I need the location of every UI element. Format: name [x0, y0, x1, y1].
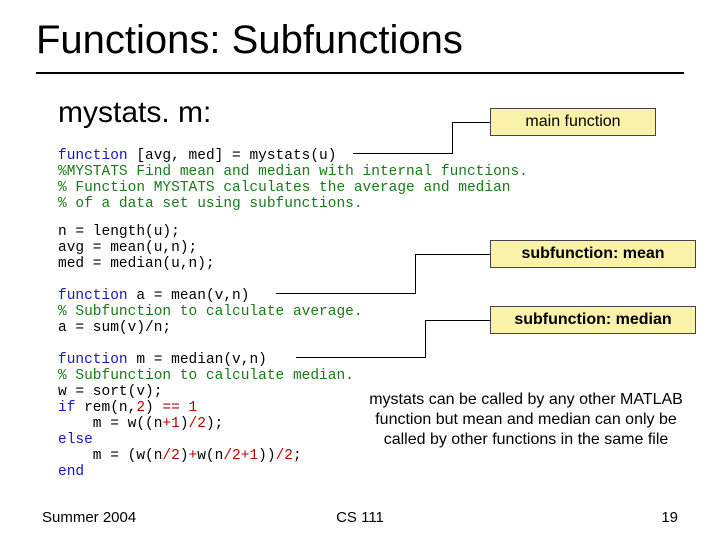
- connector: [415, 254, 416, 294]
- comment: %MYSTATS Find mean and median with inter…: [58, 164, 528, 180]
- title-rule: [36, 72, 684, 74]
- code-text: ): [145, 400, 162, 416]
- connector: [415, 254, 490, 255]
- code-text: )): [258, 448, 275, 464]
- comment: % Function MYSTATS calculates the averag…: [58, 180, 510, 196]
- comment: % Subfunction to calculate average.: [58, 304, 363, 320]
- code-text: m = w((n: [58, 416, 162, 432]
- code-block-median: function m = median(v,n) % Subfunction t…: [58, 352, 354, 480]
- file-name: mystats. m:: [58, 96, 211, 130]
- label-subfunction-mean: subfunction: mean: [490, 240, 696, 268]
- code-text: n = length(u);: [58, 224, 180, 240]
- code-text: a = mean(v,n): [128, 288, 250, 304]
- num: == 1: [162, 400, 197, 416]
- code-text: m = (w(n: [58, 448, 162, 464]
- code-text: m = median(v,n): [128, 352, 267, 368]
- code-text: ;: [293, 448, 302, 464]
- label-subfunction-median: subfunction: median: [490, 306, 696, 334]
- num: /2: [189, 416, 206, 432]
- num: /2: [162, 448, 179, 464]
- code-text: ): [180, 448, 189, 464]
- code-text: med = median(u,n);: [58, 256, 215, 272]
- code-text: a = sum(v)/n;: [58, 320, 171, 336]
- num: /2: [276, 448, 293, 464]
- connector: [452, 122, 490, 123]
- kw-if: if: [58, 400, 75, 416]
- num: +1: [162, 416, 179, 432]
- kw-function: function: [58, 148, 128, 164]
- num: /2+1: [223, 448, 258, 464]
- footer-page: 19: [661, 509, 678, 526]
- code-text: );: [206, 416, 223, 432]
- kw-end: end: [58, 464, 84, 480]
- code-text: w(n: [197, 448, 223, 464]
- num: +: [189, 448, 198, 464]
- code-text: rem(n,: [75, 400, 136, 416]
- connector: [425, 320, 490, 321]
- code-text: ): [180, 416, 189, 432]
- explanatory-note: mystats can be called by any other MATLA…: [366, 390, 686, 450]
- code-block-mean: function a = mean(v,n) % Subfunction to …: [58, 288, 363, 336]
- num: 2: [136, 400, 145, 416]
- comment: % Subfunction to calculate median.: [58, 368, 354, 384]
- slide: Functions: Subfunctions mystats. m: main…: [0, 0, 720, 540]
- code-text: avg = mean(u,n);: [58, 240, 197, 256]
- connector: [425, 320, 426, 358]
- footer-course: CS 111: [0, 509, 720, 526]
- slide-title: Functions: Subfunctions: [36, 18, 463, 63]
- label-main-function: main function: [490, 108, 656, 136]
- comment: % of a data set using subfunctions.: [58, 196, 363, 212]
- code-block-body: n = length(u); avg = mean(u,n); med = me…: [58, 224, 215, 272]
- kw-else: else: [58, 432, 93, 448]
- code-block-header: function [avg, med] = mystats(u) %MYSTAT…: [58, 148, 528, 212]
- kw-function: function: [58, 288, 128, 304]
- code-text: [avg, med] = mystats(u): [128, 148, 337, 164]
- kw-function: function: [58, 352, 128, 368]
- code-text: w = sort(v);: [58, 384, 162, 400]
